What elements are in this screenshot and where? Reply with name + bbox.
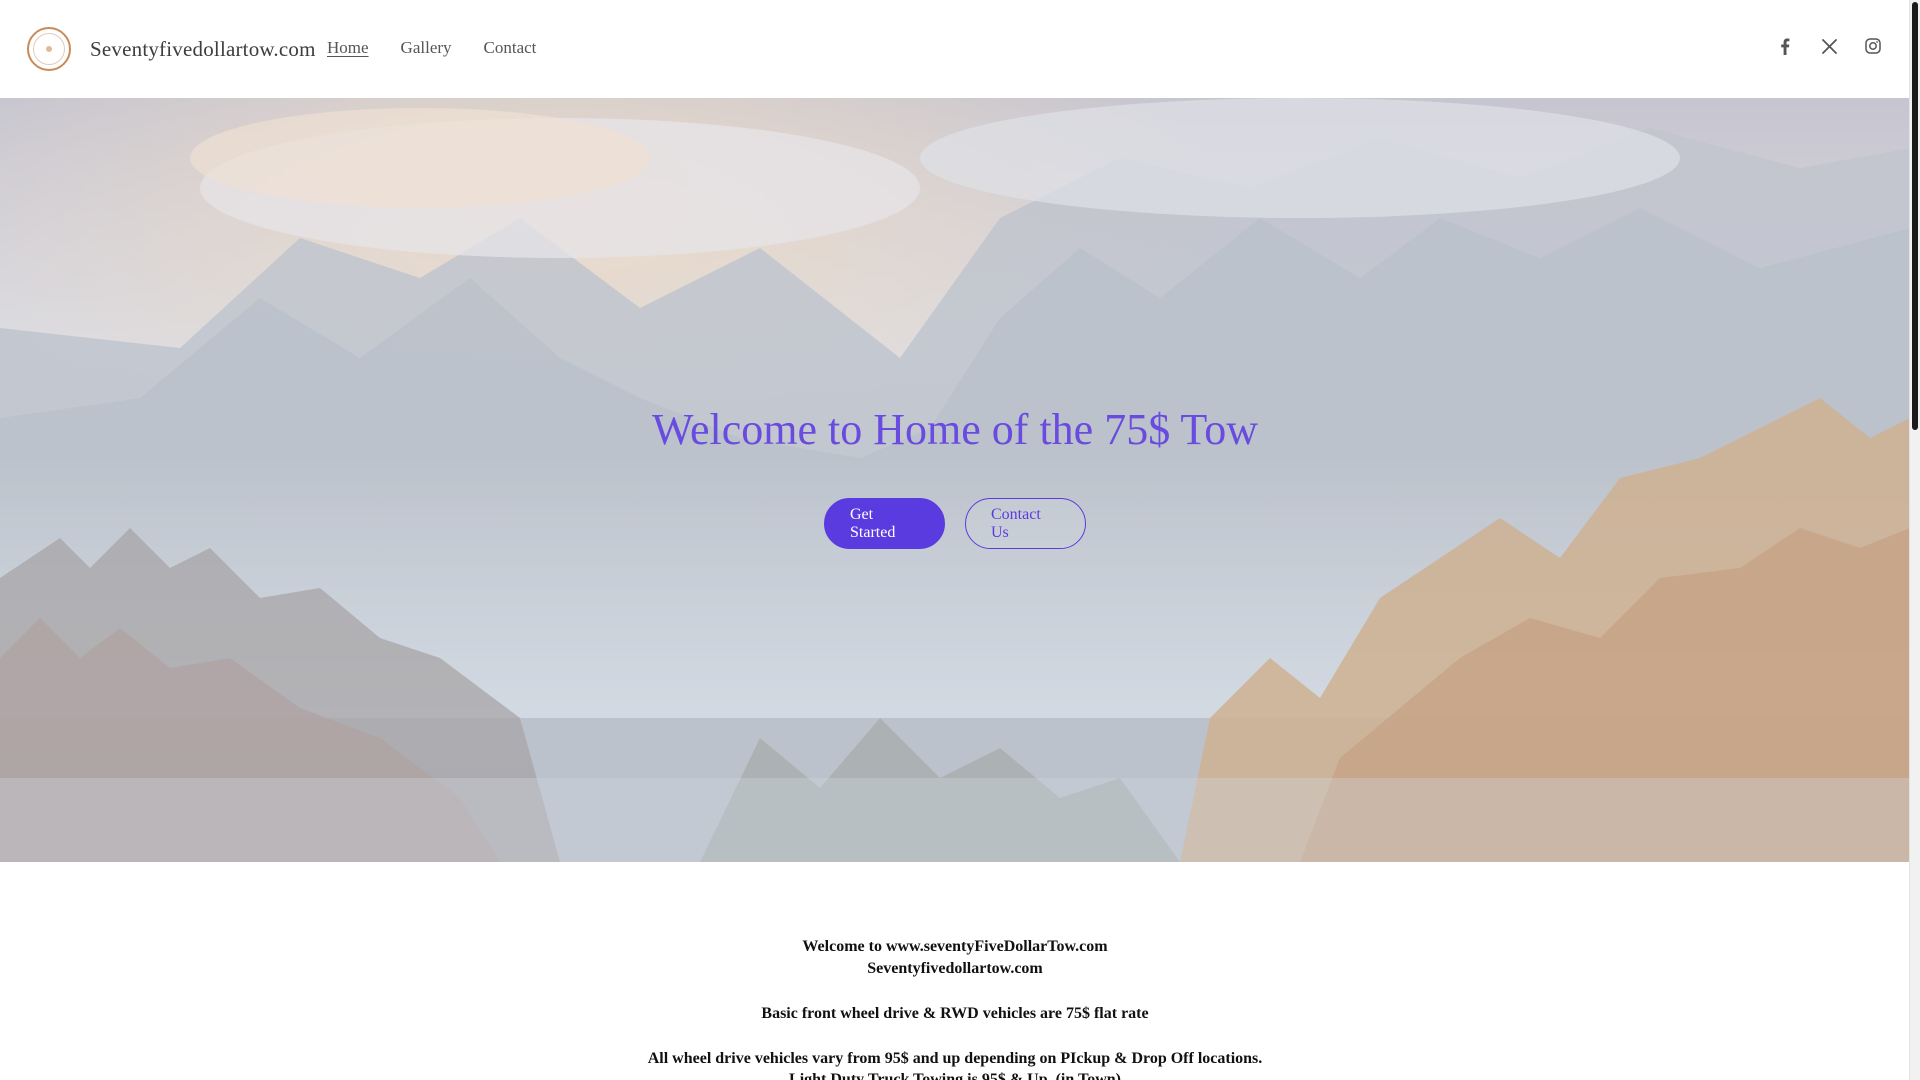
nav-gallery[interactable]: Gallery <box>401 38 452 58</box>
x-icon[interactable] <box>1820 37 1838 55</box>
pricing-line: Basic front wheel drive & RWD vehicles a… <box>761 1005 1149 1022</box>
scrollbar-thumb[interactable] <box>1912 2 1918 430</box>
hero-buttons: Get Started Contact Us <box>0 498 1910 549</box>
pricing-line: Light Duty Truck Towing is 95$ & Up. (in… <box>789 1071 1121 1080</box>
hero-title: Welcome to Home of the 75$ Tow <box>652 405 1258 454</box>
hero-overlay <box>0 98 1910 862</box>
pricing-line: All wheel drive vehicles vary from 95$ a… <box>647 1050 1263 1067</box>
contact-us-button[interactable]: Contact Us <box>965 498 1086 549</box>
logo-ring <box>33 33 65 65</box>
nav-home[interactable]: Home <box>327 38 369 58</box>
facebook-icon[interactable] <box>1776 37 1794 55</box>
intro-line: Seventyfivedollartow.com <box>867 960 1043 977</box>
page: Seventyfivedollartow.com Home Gallery Co… <box>0 0 1910 1080</box>
nav-contact[interactable]: Contact <box>484 38 537 58</box>
get-started-button[interactable]: Get Started <box>824 498 945 549</box>
main-nav: Home Gallery Contact <box>327 38 536 58</box>
intro-section: Welcome to www.seventyFiveDollarTow.com … <box>0 862 1910 1080</box>
intro-line: Welcome to www.seventyFiveDollarTow.com <box>802 938 1108 955</box>
vertical-scrollbar[interactable] <box>1909 0 1920 1080</box>
site-header: Seventyfivedollartow.com Home Gallery Co… <box>0 0 1910 98</box>
site-logo[interactable] <box>27 27 71 71</box>
social-links <box>1776 37 1882 55</box>
logo-dot <box>46 46 52 52</box>
hero-section: Welcome to Home of the 75$ Tow Get Start… <box>0 98 1910 862</box>
site-name[interactable]: Seventyfivedollartow.com <box>90 37 316 62</box>
instagram-icon[interactable] <box>1864 37 1882 55</box>
